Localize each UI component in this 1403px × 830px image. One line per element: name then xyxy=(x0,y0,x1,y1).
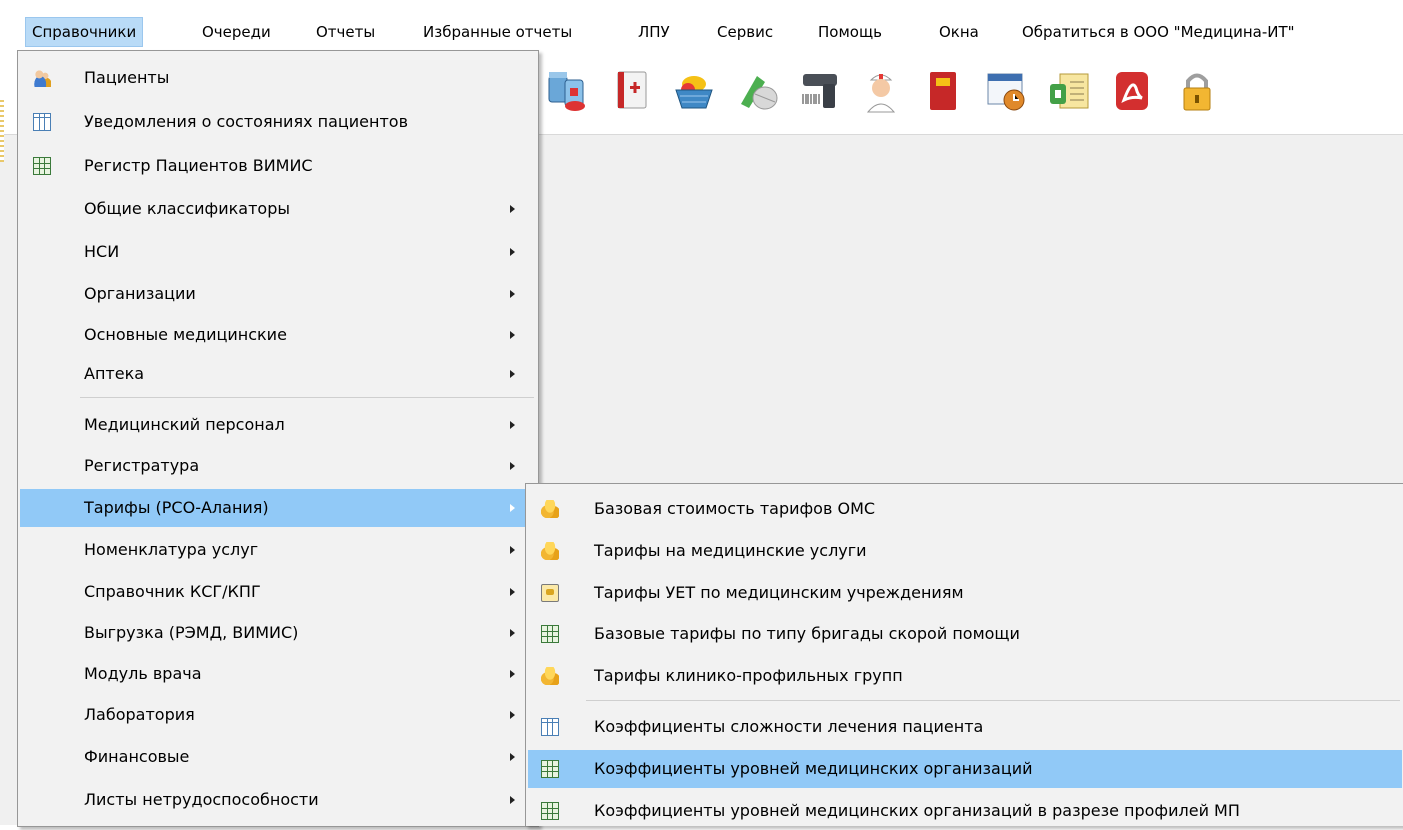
coins-icon xyxy=(541,542,559,560)
pills-icon[interactable] xyxy=(545,68,591,114)
menu-item-export[interactable]: Выгрузка (РЭМД, ВИМИС) xyxy=(20,614,536,652)
menu-okna[interactable]: Окна xyxy=(939,18,979,46)
grid-icon xyxy=(33,157,51,175)
pdf-icon[interactable] xyxy=(1110,68,1156,114)
table-columns-icon xyxy=(541,718,559,736)
calculator-icon xyxy=(541,584,559,602)
menu-item-tariffs[interactable]: Тарифы (РСО-Алания) xyxy=(20,489,536,527)
submenu-arrow-icon xyxy=(510,290,515,298)
menu-bar: Справочники Очереди Отчеты Избранные отч… xyxy=(0,16,1403,48)
submenu-item-base-cost[interactable]: Базовая стоимость тарифов ОМС xyxy=(528,490,1402,528)
menu-item-doctor-module[interactable]: Модуль врача xyxy=(20,655,536,693)
submenu-arrow-icon xyxy=(510,670,515,678)
patients-icon xyxy=(33,69,51,87)
menu-item-patients[interactable]: Пациенты xyxy=(20,59,536,97)
coins-icon xyxy=(541,667,559,685)
submenu-arrow-icon xyxy=(510,462,515,470)
menu-otchety[interactable]: Отчеты xyxy=(316,18,375,46)
menu-item-notifications[interactable]: Уведомления о состояниях пациентов xyxy=(20,103,536,141)
menu-spravochniki[interactable]: Справочники xyxy=(24,17,144,47)
menu-item-laboratory[interactable]: Лаборатория xyxy=(20,696,536,734)
menu-izbrannye-otchety[interactable]: Избранные отчеты xyxy=(423,18,572,46)
lock-icon[interactable] xyxy=(1174,68,1220,114)
submenu-arrow-icon xyxy=(510,205,515,213)
menu-item-services-nomenclature[interactable]: Номенклатура услуг xyxy=(20,531,536,569)
medical-book-icon[interactable] xyxy=(610,68,656,114)
submenu-item-complexity-coeff[interactable]: Коэффициенты сложности лечения пациента xyxy=(528,708,1402,746)
spravochniki-dropdown: Пациенты Уведомления о состояниях пациен… xyxy=(17,50,539,827)
menu-separator xyxy=(80,397,534,398)
tariffs-submenu: Базовая стоимость тарифов ОМС Тарифы на … xyxy=(525,483,1403,826)
pills-basket-icon[interactable] xyxy=(672,68,718,114)
menu-item-basic-medical[interactable]: Основные медицинские xyxy=(20,316,536,354)
submenu-item-service-tariffs[interactable]: Тарифы на медицинские услуги xyxy=(528,532,1402,570)
menu-ocheredi[interactable]: Очереди xyxy=(202,18,271,46)
grid-icon xyxy=(541,802,559,820)
menu-item-ksg-kpg[interactable]: Справочник КСГ/КПГ xyxy=(20,573,536,611)
red-book-icon[interactable] xyxy=(921,68,967,114)
menu-item-sick-leave[interactable]: Листы нетрудоспособности xyxy=(20,781,536,819)
submenu-arrow-icon xyxy=(510,753,515,761)
barcode-scanner-icon[interactable] xyxy=(797,68,843,114)
submenu-arrow-icon xyxy=(510,331,515,339)
menu-pomoshch[interactable]: Помощь xyxy=(818,18,882,46)
submenu-item-uet-tariffs[interactable]: Тарифы УЕТ по медицинским учреждениям xyxy=(528,574,1402,612)
coins-icon xyxy=(541,500,559,518)
capsule-icon[interactable] xyxy=(735,68,781,114)
nurse-icon[interactable] xyxy=(858,68,904,114)
submenu-arrow-icon xyxy=(510,629,515,637)
table-columns-icon xyxy=(33,113,51,131)
submenu-arrow-icon xyxy=(510,796,515,804)
menu-item-medical-staff[interactable]: Медицинский персонал xyxy=(20,406,536,444)
submenu-item-ambulance-tariffs[interactable]: Базовые тарифы по типу бригады скорой по… xyxy=(528,615,1402,653)
submenu-arrow-icon xyxy=(510,248,515,256)
grid-icon xyxy=(541,760,559,778)
menu-item-financial[interactable]: Финансовые xyxy=(20,738,536,776)
submenu-item-kpg-tariffs[interactable]: Тарифы клинико-профильных групп xyxy=(528,657,1402,695)
toolbar-grip xyxy=(0,100,4,162)
schedule-icon[interactable] xyxy=(984,68,1030,114)
submenu-item-level-coeff-profiles[interactable]: Коэффициенты уровней медицинских организ… xyxy=(528,792,1402,830)
grid-icon xyxy=(541,625,559,643)
menu-item-common-classifiers[interactable]: Общие классификаторы xyxy=(20,190,536,228)
menu-item-registry[interactable]: Регистратура xyxy=(20,447,536,485)
submenu-arrow-icon xyxy=(510,370,515,378)
menu-item-nsi[interactable]: НСИ xyxy=(20,233,536,271)
submenu-arrow-icon xyxy=(510,588,515,596)
menu-separator xyxy=(586,700,1400,701)
menu-servis[interactable]: Сервис xyxy=(717,18,773,46)
documents-icon[interactable] xyxy=(1046,68,1092,114)
submenu-arrow-icon xyxy=(510,711,515,719)
submenu-arrow-icon xyxy=(510,546,515,554)
menu-obratitsya[interactable]: Обратиться в ООО "Медицина-ИТ" xyxy=(1022,18,1295,46)
submenu-arrow-icon xyxy=(510,421,515,429)
menu-item-pharmacy[interactable]: Аптека xyxy=(20,355,536,393)
submenu-item-level-coeff[interactable]: Коэффициенты уровней медицинских организ… xyxy=(528,750,1402,788)
submenu-arrow-icon xyxy=(510,504,515,512)
menu-item-organizations[interactable]: Организации xyxy=(20,275,536,313)
menu-item-vimis-register[interactable]: Регистр Пациентов ВИМИС xyxy=(20,147,536,185)
menu-lpu[interactable]: ЛПУ xyxy=(638,18,670,46)
